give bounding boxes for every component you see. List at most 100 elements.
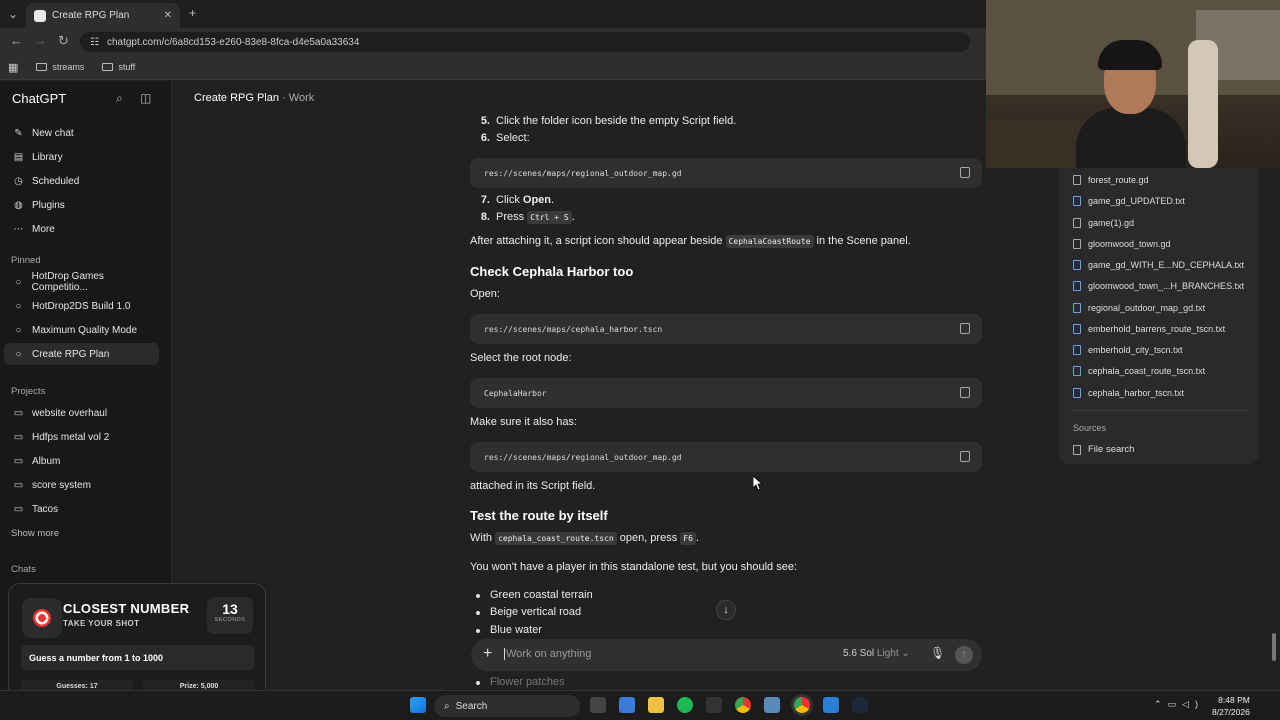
file-item[interactable]: gloomwood_town.gd [1073,239,1171,249]
app-brand[interactable]: ChatGPT [12,91,66,106]
reload-icon[interactable]: ↻ [58,33,69,49]
arrow-down-icon: ↓ [723,604,729,616]
forward-icon[interactable]: → [34,33,47,48]
browser-tab[interactable]: Create RPG Plan ✕ [26,3,180,28]
text-run: . [551,194,555,206]
copy-icon[interactable] [960,451,970,462]
file-name: game_gd_UPDATED.txt [1088,196,1185,206]
assistant-message: 5. Click the folder icon beside the empty… [470,81,982,690]
tab-list-icon[interactable]: ⌄ [8,7,18,21]
workspace-label[interactable]: Work [289,92,314,104]
file-item[interactable]: game(1).gd [1073,218,1134,228]
file-item[interactable]: game_gd_UPDATED.txt [1073,196,1185,206]
message-composer[interactable]: + Work on anything 5.6 Sol Light ⌄ 🎙 ↑ [471,639,982,671]
sidebar-item-plugins[interactable]: ◍ Plugins [4,194,159,216]
sidebar-item-library[interactable]: ▤ Library [4,146,159,168]
taskbar-search[interactable]: ⌕ Search [434,695,580,717]
scrollbar-thumb[interactable] [1272,633,1276,661]
divider [1071,410,1247,411]
vscode-icon[interactable] [823,697,839,713]
text-run: Click [496,194,523,206]
file-item[interactable]: forest_route.gd [1073,175,1149,185]
spotify-icon[interactable] [677,697,693,713]
windows-start-icon[interactable] [410,697,426,713]
bold-text: Open [522,194,552,206]
bookmark-stuff[interactable]: stuff [102,62,135,72]
file-search-source[interactable]: File search [1073,444,1134,455]
pinned-item[interactable]: ○ HotDrop Games Competitio... [4,271,159,293]
pinned-label: Create RPG Plan [32,348,110,360]
code-text: res://scenes/maps/regional_outdoor_map.g… [484,452,682,462]
send-button[interactable]: ↑ [955,646,973,664]
steam-icon[interactable] [852,697,868,713]
file-name: gloomwood_town.gd [1088,239,1171,249]
pinned-item[interactable]: ○ HotDrop2DS Build 1.0 [4,295,159,317]
file-explorer-icon[interactable] [648,697,664,713]
project-item[interactable]: ▭ score system [4,474,159,496]
project-item[interactable]: ▭ Tacos [4,498,159,520]
text-run: open, press [616,532,681,544]
chat-title[interactable]: Create RPG Plan [194,92,279,104]
list-number: 8. [480,211,490,223]
code-block: CephalaHarbor [470,378,982,408]
pinned-item-active[interactable]: ○ Create RPG Plan [4,343,159,365]
copy-icon[interactable] [960,323,970,334]
list-number: 7. [480,194,490,206]
site-settings-icon[interactable]: ☷ [90,37,99,48]
project-item[interactable]: ▭ Hdfps metal vol 2 [4,426,159,448]
project-item[interactable]: ▭ Album [4,450,159,472]
chrome-icon[interactable] [735,697,751,713]
list-text: Select: [496,132,530,144]
bookmark-streams[interactable]: streams [36,62,84,72]
paragraph: With cephala_coast_route.tscn open, pres… [470,532,699,545]
settings-gear-icon[interactable] [764,697,780,713]
code-text: res://scenes/maps/regional_outdoor_map.g… [484,168,682,178]
show-more-link[interactable]: Show more [11,528,59,539]
url-field[interactable]: ☷ chatgpt.com/c/6a8cd153-e260-83e8-8fca-… [80,32,970,52]
code-block: res://scenes/maps/regional_outdoor_map.g… [470,158,982,188]
folder-icon [36,63,48,71]
sidebar-item-more[interactable]: ⋯ More [4,218,159,240]
sidebar-item-scheduled[interactable]: ◷ Scheduled [4,170,159,192]
document-icon [1073,281,1081,291]
chatgpt-favicon-icon [34,9,46,22]
plus-icon[interactable]: + [483,645,492,663]
close-tab-icon[interactable]: ✕ [164,10,172,21]
paragraph: Select the root node: [470,352,572,364]
file-item[interactable]: gloomwood_town_...H_BRANCHES.txt [1073,281,1244,291]
scroll-down-button[interactable]: ↓ [716,600,736,620]
files-panel: forest_route.gd game_gd_UPDATED.txt game… [1059,168,1259,464]
search-icon[interactable]: ⌕ [116,91,123,106]
pinned-item[interactable]: ○ Maximum Quality Mode [4,319,159,341]
file-item[interactable]: regional_outdoor_map_gd.txt [1073,303,1205,313]
file-item[interactable]: cephala_coast_route_tscn.txt [1073,366,1205,376]
taskbar: ⌕ Search ⌃▭◁) 8:48 PM 8/27/2026 [0,690,1280,720]
system-tray[interactable]: ⌃▭◁) [1154,699,1204,710]
chrome-active-icon[interactable] [794,697,810,713]
project-item[interactable]: ▭ website overhaul [4,402,159,424]
file-item[interactable]: emberhold_city_tscn.txt [1073,345,1183,355]
file-item[interactable]: cephala_harbor_tscn.txt [1073,388,1184,398]
copy-icon[interactable] [960,167,970,178]
apps-grid-icon[interactable]: ▦ [8,61,18,74]
sidebar-toggle-icon[interactable]: ◫ [140,91,151,105]
file-item[interactable]: emberhold_barrens_route_tscn.txt [1073,324,1225,334]
file-icon [1073,218,1081,228]
hud-fx-icon[interactable] [706,697,722,713]
copy-icon[interactable] [960,387,970,398]
composer-input[interactable]: Work on anything [504,648,591,660]
back-icon[interactable]: ← [10,33,23,48]
text-run: Press [496,211,528,223]
new-tab-icon[interactable]: + [189,6,196,20]
clock-date: 8/27/2026 [1212,707,1250,717]
page-scrollbar[interactable] [1270,81,1278,690]
sidebar-item-new-chat[interactable]: ✎ New chat [4,122,159,144]
model-selector[interactable]: 5.6 Sol Light ⌄ [843,648,910,659]
task-view-icon[interactable] [590,697,606,713]
notes-app-icon[interactable] [619,697,635,713]
tab-title: Create RPG Plan [52,10,130,21]
pinned-label: Maximum Quality Mode [32,324,138,336]
file-item[interactable]: game_gd_WITH_E...ND_CEPHALA.txt [1073,260,1244,270]
taskbar-clock[interactable]: 8:48 PM 8/27/2026 [1212,694,1250,718]
microphone-icon[interactable]: 🎙 [930,646,945,660]
